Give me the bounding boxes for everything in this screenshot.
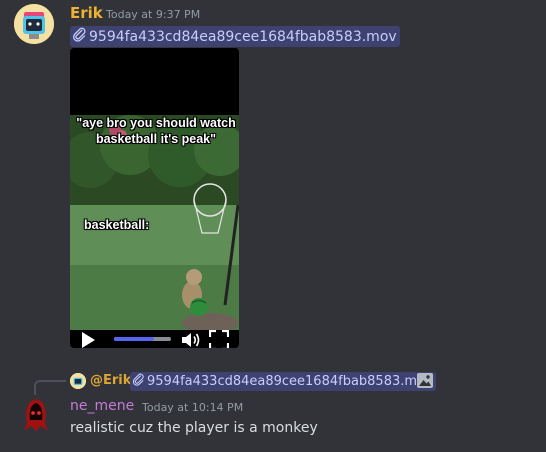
volume-icon[interactable] [181,331,201,348]
video-progress-bar[interactable] [114,337,171,341]
message-author[interactable]: ne_mene [70,398,134,414]
reply-attachment-filename: 9594fa433cd84ea89cee1684fbab8583.mov [147,374,433,389]
message-content: realistic cuz the player is a monkey [70,420,318,436]
play-icon[interactable] [80,331,96,348]
video-player[interactable]: "aye bro you should watch basketball it'… [70,48,239,348]
attachment-clip-icon [132,373,145,390]
avatar-erik[interactable] [14,4,54,44]
attachment-link[interactable]: 9594fa433cd84ea89cee1684fbab8583.mov [70,26,400,47]
reply-attachment-link[interactable]: 9594fa433cd84ea89cee1684fbab8583.mov [130,372,436,391]
video-caption-side: basketball: [84,218,150,232]
message-author[interactable]: Erik [70,4,103,22]
avatar-ne-mene[interactable] [16,395,56,435]
image-icon [416,372,434,389]
reply-avatar[interactable] [70,373,86,389]
reply-author-mention[interactable]: @Erik [90,373,131,388]
attachment-clip-icon [72,27,87,46]
video-caption-top: "aye bro you should watch basketball it'… [76,116,236,146]
attachment-filename: 9594fa433cd84ea89cee1684fbab8583.mov [89,28,397,45]
message-timestamp: Today at 10:14 PM [142,401,244,414]
video-frame: "aye bro you should watch basketball it'… [70,115,239,330]
fullscreen-icon[interactable] [208,329,230,348]
message-timestamp: Today at 9:37 PM [106,8,201,21]
video-controls [70,329,239,348]
